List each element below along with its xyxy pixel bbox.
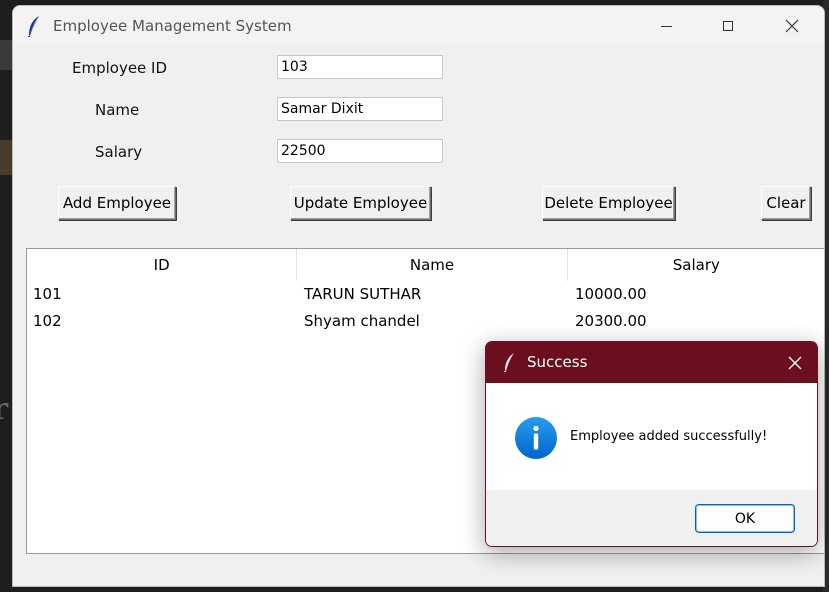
add-employee-button[interactable]: Add Employee: [58, 186, 176, 220]
table-header: ID Name Salary: [27, 249, 824, 281]
feather-icon: [27, 16, 39, 37]
dialog-close-button[interactable]: [773, 342, 817, 383]
clear-button[interactable]: Clear: [761, 186, 811, 220]
cell-salary: 10000.00: [575, 285, 647, 303]
delete-employee-button[interactable]: Delete Employee: [542, 186, 675, 220]
maximize-button[interactable]: [705, 6, 751, 46]
close-icon: [788, 356, 802, 369]
dialog-body: Employee added successfully!: [486, 383, 817, 490]
feather-icon: [503, 353, 514, 372]
cell-name: TARUN SUTHAR: [304, 285, 422, 303]
salary-label: Salary: [95, 143, 143, 161]
minimize-button[interactable]: [643, 6, 689, 46]
update-employee-button[interactable]: Update Employee: [290, 186, 431, 220]
success-dialog: Success Employee added successfully! OK: [485, 341, 818, 547]
column-header-id[interactable]: ID: [27, 249, 298, 281]
ok-button[interactable]: OK: [695, 504, 795, 533]
name-label: Name: [95, 101, 140, 119]
minimize-icon: [660, 25, 672, 27]
cell-salary: 20300.00: [575, 312, 647, 330]
employee-id-input[interactable]: [277, 55, 443, 79]
dialog-title: Success: [527, 353, 588, 371]
close-icon: [785, 19, 799, 33]
cell-id: 102: [33, 312, 62, 330]
background-window-left-tab: [0, 140, 12, 175]
dialog-footer: OK: [486, 490, 817, 546]
column-header-name[interactable]: Name: [297, 249, 568, 281]
cell-id: 101: [33, 285, 62, 303]
dialog-message: Employee added successfully!: [570, 429, 768, 444]
background-window-left: [0, 40, 12, 70]
window-title: Employee Management System: [53, 17, 292, 35]
table-row[interactable]: 102 Shyam chandel 20300.00: [27, 308, 824, 335]
name-input[interactable]: [277, 97, 443, 121]
cell-name: Shyam chandel: [304, 312, 420, 330]
background-text-glyph: r: [0, 392, 9, 427]
close-button[interactable]: [769, 6, 815, 46]
info-icon: [515, 417, 557, 459]
column-header-salary[interactable]: Salary: [567, 249, 824, 281]
employee-id-label: Employee ID: [72, 59, 168, 77]
maximize-icon: [723, 21, 733, 31]
salary-input[interactable]: [277, 139, 443, 163]
title-bar[interactable]: Employee Management System: [13, 6, 824, 46]
dialog-title-bar[interactable]: Success: [486, 342, 817, 383]
table-row[interactable]: 101 TARUN SUTHAR 10000.00: [27, 281, 824, 308]
